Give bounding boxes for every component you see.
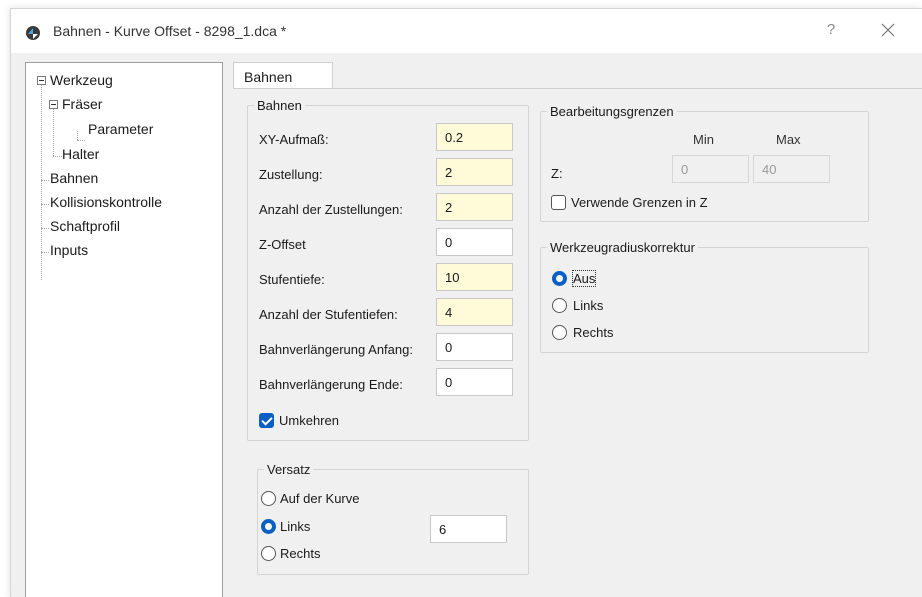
tab-bahnen[interactable]: Bahnen [233,62,333,89]
tree-item-werkzeug[interactable]: Werkzeug [50,72,113,88]
korrektur-option-links[interactable]: Links [573,298,603,313]
versatz-radio-rechts[interactable] [261,546,276,561]
tree-collapse-fraeser[interactable] [49,100,58,109]
bearbeitungsgrenzen-group: Bearbeitungsgrenzen Min Max Z: 0 40 Verw… [540,104,869,222]
umkehren-checkbox[interactable] [259,413,274,428]
versatz-group: Versatz Auf der Kurve Links Rechts 6 [257,462,529,575]
xy-aufmass-label: XY-Aufmaß: [259,132,329,147]
versatz-group-title: Versatz [264,462,314,477]
z-max-input[interactable]: 40 [753,155,830,183]
tree-item-schaftprofil[interactable]: Schaftprofil [50,218,120,234]
korrektur-option-rechts[interactable]: Rechts [573,325,613,340]
anzahl-stufentiefen-input[interactable]: 4 [436,298,513,326]
max-column-header: Max [776,132,801,147]
window-title: Bahnen - Kurve Offset - 8298_1.dca * [53,23,287,39]
tree-item-kollisionskontrolle[interactable]: Kollisionskontrolle [50,194,162,210]
anzahl-zustellungen-input[interactable]: 2 [436,193,513,221]
z-offset-input[interactable]: 0 [436,228,513,256]
bearbeitungsgrenzen-title: Bearbeitungsgrenzen [547,104,677,119]
xy-aufmass-input[interactable]: 0.2 [436,123,513,151]
close-icon[interactable] [877,19,899,41]
tree-item-parameter[interactable]: Parameter [88,121,153,137]
korrektur-option-aus[interactable]: Aus [571,270,597,287]
bahnen-group-title: Bahnen [254,98,305,113]
umkehren-label[interactable]: Umkehren [279,413,339,428]
zustellung-label: Zustellung: [259,167,323,182]
anzahl-stufentiefen-label: Anzahl der Stufentiefen: [259,307,398,322]
zustellung-input[interactable]: 2 [436,158,513,186]
settings-tree: Werkzeug Fräser Parameter Halter Bahnen … [25,62,223,597]
korrektur-radio-rechts[interactable] [552,325,567,340]
bahnverlaengerung-anfang-label: Bahnverlängerung Anfang: [259,342,413,357]
tree-item-halter[interactable]: Halter [62,146,99,162]
z-offset-label: Z-Offset [259,237,306,252]
versatz-value-input[interactable]: 6 [430,515,507,543]
bahnverlaengerung-anfang-input[interactable]: 0 [436,333,513,361]
help-button[interactable]: ? [821,19,841,41]
werkzeugradiuskorrektur-title: Werkzeugradiuskorrektur [547,240,698,255]
bahnen-group: Bahnen XY-Aufmaß: 0.2 Zustellung: 2 Anza… [247,98,529,441]
korrektur-radio-aus[interactable] [552,271,567,286]
anzahl-zustellungen-label: Anzahl der Zustellungen: [259,202,403,217]
korrektur-radio-links[interactable] [552,298,567,313]
tab-panel: Bahnen XY-Aufmaß: 0.2 Zustellung: 2 Anza… [233,88,922,597]
stufentiefe-label: Stufentiefe: [259,272,325,287]
bahnverlaengerung-ende-input[interactable]: 0 [436,368,513,396]
tree-collapse-werkzeug[interactable] [37,76,46,85]
bahnverlaengerung-ende-label: Bahnverlängerung Ende: [259,377,403,392]
versatz-option-rechts[interactable]: Rechts [280,546,320,561]
app-icon [26,26,40,40]
title-bar: Bahnen - Kurve Offset - 8298_1.dca * ? [11,9,922,53]
versatz-option-links[interactable]: Links [280,519,310,534]
z-limits-label: Z: [551,166,563,181]
tree-item-inputs[interactable]: Inputs [50,242,88,258]
dialog-window: Bahnen - Kurve Offset - 8298_1.dca * ? W… [10,8,922,597]
stufentiefe-input[interactable]: 10 [436,263,513,291]
z-min-input[interactable]: 0 [672,155,749,183]
versatz-radio-links[interactable] [261,519,276,534]
verwende-grenzen-label[interactable]: Verwende Grenzen in Z [571,195,708,210]
tree-item-bahnen[interactable]: Bahnen [50,170,98,186]
min-column-header: Min [693,132,714,147]
verwende-grenzen-checkbox[interactable] [551,195,566,210]
tree-item-fraeser[interactable]: Fräser [62,96,102,112]
versatz-radio-auf-der-kurve[interactable] [261,491,276,506]
werkzeugradiuskorrektur-group: Werkzeugradiuskorrektur Aus Links Rechts [540,240,869,353]
versatz-option-auf-der-kurve[interactable]: Auf der Kurve [280,491,360,506]
